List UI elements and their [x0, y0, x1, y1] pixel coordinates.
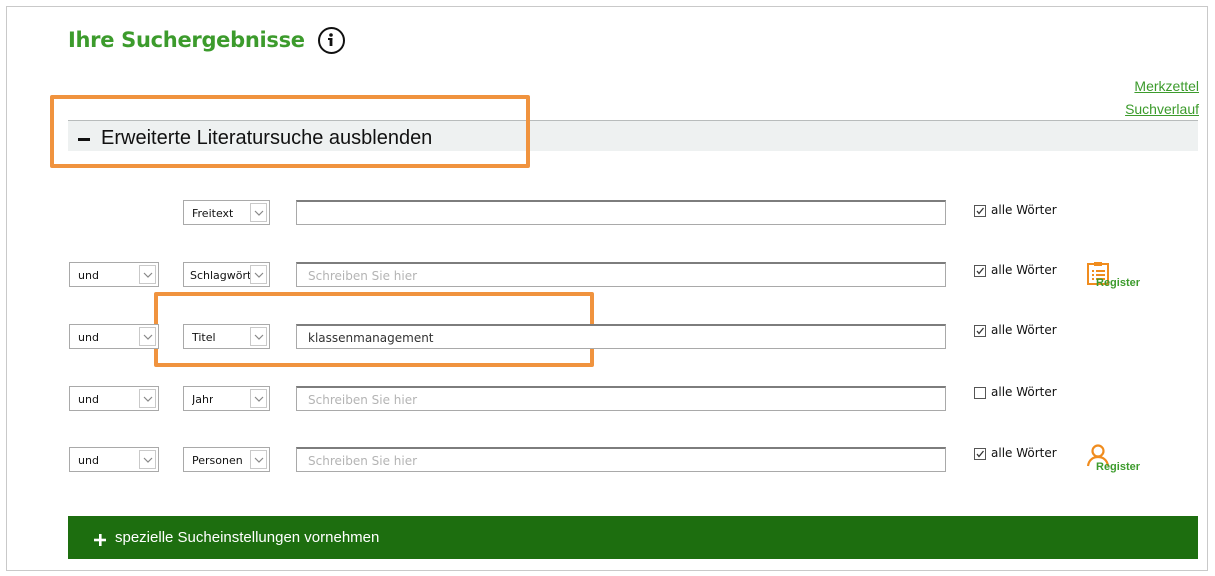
chevron-down-icon[interactable] — [139, 389, 156, 408]
all-words-checkbox-row-4[interactable] — [974, 387, 986, 399]
search-input-placeholder: Schreiben Sie hier — [308, 454, 418, 468]
chevron-down-icon[interactable] — [250, 203, 267, 222]
all-words-label: alle Wörter — [991, 203, 1057, 217]
special-settings-label[interactable]: spezielle Sucheinstellungen vornehmen — [115, 529, 379, 546]
field-select-value: Schlagwört — [190, 269, 252, 282]
register-label[interactable]: Register — [1096, 461, 1140, 473]
chevron-down-icon[interactable] — [139, 327, 156, 346]
chevron-down-icon[interactable] — [250, 389, 267, 408]
page-frame — [6, 6, 1208, 571]
field-select-row-2[interactable]: Schlagwört — [183, 262, 270, 287]
field-select-value: Freitext — [192, 207, 234, 220]
operator-select-value: und — [78, 393, 99, 406]
operator-select-value: und — [78, 331, 99, 344]
highlight-box-toggle — [50, 95, 530, 168]
all-words-label: alle Wörter — [991, 385, 1057, 399]
search-input-row-4[interactable]: Schreiben Sie hier — [296, 386, 946, 411]
chevron-down-icon[interactable] — [250, 327, 267, 346]
all-words-checkbox-row-1[interactable] — [974, 205, 986, 217]
field-select-value: Personen — [192, 454, 243, 467]
plus-icon — [94, 531, 106, 550]
search-input-row-1[interactable] — [296, 200, 946, 225]
chevron-down-icon[interactable] — [139, 265, 156, 284]
all-words-label: alle Wörter — [991, 323, 1057, 337]
all-words-checkbox-row-3[interactable] — [974, 325, 986, 337]
operator-select-row-2[interactable]: und — [69, 262, 159, 287]
operator-select-row-4[interactable]: und — [69, 386, 159, 411]
suchverlauf-link[interactable]: Suchverlauf — [1125, 101, 1199, 117]
field-select-value: Jahr — [192, 393, 214, 406]
chevron-down-icon[interactable] — [250, 265, 267, 284]
field-select-row-3[interactable]: Titel — [183, 324, 270, 349]
operator-select-value: und — [78, 454, 99, 467]
register-label[interactable]: Register — [1096, 277, 1140, 289]
all-words-checkbox-row-2[interactable] — [974, 265, 986, 277]
chevron-down-icon[interactable] — [250, 450, 267, 469]
search-input-row-3[interactable]: klassenmanagement — [296, 324, 946, 349]
search-input-value: klassenmanagement — [308, 331, 434, 345]
chevron-down-icon[interactable] — [139, 450, 156, 469]
search-input-row-2[interactable]: Schreiben Sie hier — [296, 262, 946, 287]
field-select-row-1[interactable]: Freitext — [183, 200, 270, 225]
operator-select-row-3[interactable]: und — [69, 324, 159, 349]
field-select-row-4[interactable]: Jahr — [183, 386, 270, 411]
operator-select-row-5[interactable]: und — [69, 447, 159, 472]
all-words-label: alle Wörter — [991, 446, 1057, 460]
all-words-label: alle Wörter — [991, 263, 1057, 277]
field-select-row-5[interactable]: Personen — [183, 447, 270, 472]
search-input-placeholder: Schreiben Sie hier — [308, 393, 418, 407]
info-icon[interactable] — [318, 27, 345, 54]
all-words-checkbox-row-5[interactable] — [974, 448, 986, 460]
operator-select-value: und — [78, 269, 99, 282]
search-input-placeholder: Schreiben Sie hier — [308, 269, 418, 283]
field-select-value: Titel — [192, 331, 216, 344]
merkzettel-link[interactable]: Merkzettel — [1134, 78, 1199, 94]
search-input-row-5[interactable]: Schreiben Sie hier — [296, 447, 946, 472]
page-title: Ihre Suchergebnisse — [68, 28, 305, 52]
